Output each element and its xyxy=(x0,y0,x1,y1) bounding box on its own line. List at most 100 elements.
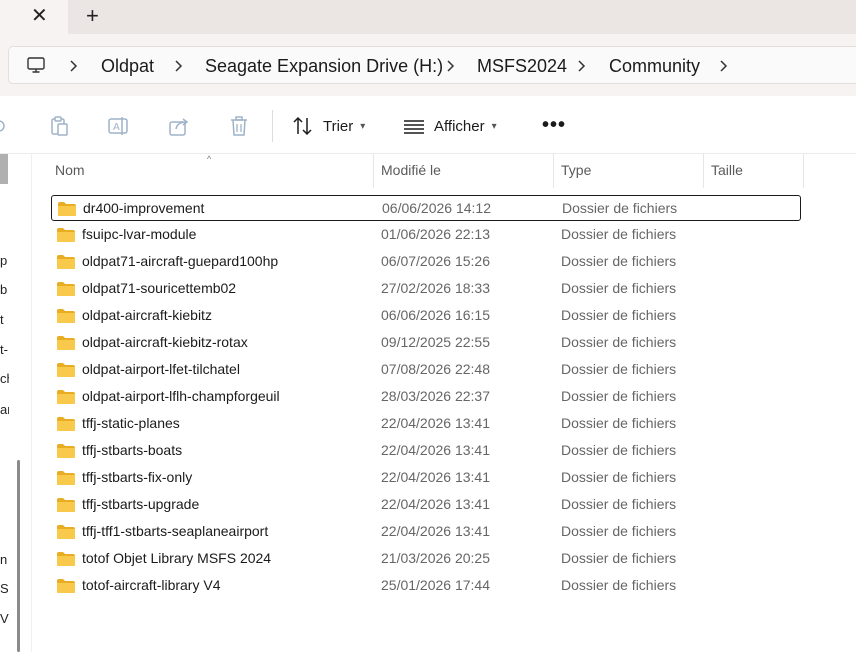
file-name: tffj-stbarts-fix-only xyxy=(82,469,193,485)
column-divider[interactable] xyxy=(553,154,554,188)
nav-item-fragment[interactable]: t xyxy=(0,312,9,328)
sort-ascending-icon: ^ xyxy=(207,154,212,164)
file-row[interactable]: fsuipc-lvar-module 01/06/2026 22:13 Dossie… xyxy=(51,222,801,248)
file-type: Dossier de fichiers xyxy=(561,361,677,377)
more-options-icon[interactable]: ••• xyxy=(542,115,566,135)
file-modified: 09/12/2025 22:55 xyxy=(381,334,490,350)
tab-strip: ✕ + xyxy=(0,0,856,34)
file-row[interactable]: tffj-stbarts-boats 22/04/2026 13:41 Dossie… xyxy=(51,438,801,464)
folder-icon xyxy=(57,498,75,512)
address-bar: Oldpat Seagate Expansion Drive (H:) MSFS… xyxy=(0,34,856,96)
file-modified: 22/04/2026 13:41 xyxy=(381,496,490,512)
column-header-modified[interactable]: Modifié le xyxy=(381,162,441,178)
file-modified: 28/03/2026 22:37 xyxy=(381,388,490,404)
file-row[interactable]: tffj-static-planes 22/04/2026 13:41 Dossie… xyxy=(51,411,801,437)
folder-icon xyxy=(57,552,75,566)
file-modified: 06/06/2026 16:15 xyxy=(381,307,490,323)
folder-icon xyxy=(57,282,75,296)
delete-icon[interactable] xyxy=(228,115,250,137)
file-type: Dossier de fichiers xyxy=(561,253,677,269)
column-divider[interactable] xyxy=(803,154,804,188)
breadcrumb-item-oldpat[interactable]: Oldpat xyxy=(101,55,154,77)
file-row[interactable]: oldpat-airport-lfet-tilchatel 07/08/2026 … xyxy=(51,357,801,383)
folder-icon xyxy=(57,525,75,539)
view-button[interactable]: Afficher ▾ xyxy=(403,114,497,138)
file-name: totof Objet Library MSFS 2024 xyxy=(82,550,272,566)
folder-icon xyxy=(57,255,75,269)
folder-icon xyxy=(57,390,75,404)
file-row[interactable]: dr400-improvement 06/06/2026 14:12 Dossier… xyxy=(51,195,801,221)
file-row[interactable]: oldpat71-aircraft-guepard100hp 06/07/2026… xyxy=(51,249,801,275)
new-tab-icon[interactable]: + xyxy=(86,3,99,29)
column-header-type[interactable]: Type xyxy=(561,162,591,178)
chevron-right-icon[interactable] xyxy=(172,55,186,77)
nav-item-fragment[interactable]: p xyxy=(0,253,9,269)
column-divider[interactable] xyxy=(703,154,704,188)
file-name: totof-aircraft-library V4 xyxy=(82,577,221,593)
file-row[interactable]: oldpat-airport-lflh-champforgeuil 28/03/2… xyxy=(51,384,801,410)
file-name: tffj-stbarts-upgrade xyxy=(82,496,200,512)
folder-icon xyxy=(57,336,75,350)
cut-icon[interactable] xyxy=(0,115,10,137)
file-row[interactable]: oldpat71-souricettemb02 27/02/2026 18:33 D… xyxy=(51,276,801,302)
file-modified: 27/02/2026 18:33 xyxy=(381,280,490,296)
nav-item-fragment[interactable]: V4 xyxy=(0,611,9,627)
chevron-right-icon[interactable] xyxy=(67,55,81,77)
file-modified: 22/04/2026 13:41 xyxy=(381,415,490,431)
file-row[interactable]: tffj-stbarts-upgrade 22/04/2026 13:41 Doss… xyxy=(51,492,801,518)
view-label: Afficher xyxy=(434,117,485,135)
close-tab-icon[interactable]: ✕ xyxy=(31,4,48,28)
file-type: Dossier de fichiers xyxy=(561,307,677,323)
file-type: Dossier de fichiers xyxy=(562,200,678,216)
rename-icon[interactable]: A xyxy=(107,115,129,137)
view-list-icon xyxy=(404,120,424,134)
chevron-down-icon: ▾ xyxy=(360,120,366,132)
folder-icon xyxy=(58,202,76,216)
tab-community[interactable]: ✕ xyxy=(0,0,68,34)
nav-item-fragment[interactable]: SF xyxy=(0,581,9,597)
file-type: Dossier de fichiers xyxy=(561,442,677,458)
nav-item-fragment[interactable]: t- xyxy=(0,342,9,358)
file-row[interactable]: oldpat-aircraft-kiebitz 06/06/2026 16:15 D… xyxy=(51,303,801,329)
column-divider[interactable] xyxy=(373,154,374,188)
sort-button[interactable]: Trier ▾ xyxy=(292,114,365,138)
paste-icon[interactable] xyxy=(48,115,70,137)
file-modified: 22/04/2026 13:41 xyxy=(381,523,490,539)
file-name: fsuipc-lvar-module xyxy=(82,226,197,242)
breadcrumb-item-msfs2024[interactable]: MSFS2024 xyxy=(477,55,567,77)
chevron-right-icon[interactable] xyxy=(717,55,731,77)
chevron-right-icon[interactable] xyxy=(575,55,589,77)
nav-item-fragment[interactable]: ar xyxy=(0,402,9,418)
folder-icon xyxy=(57,471,75,485)
file-modified: 25/01/2026 17:44 xyxy=(381,577,490,593)
breadcrumb[interactable]: Oldpat Seagate Expansion Drive (H:) MSFS… xyxy=(8,46,856,84)
file-type: Dossier de fichiers xyxy=(561,496,677,512)
sort-label: Trier xyxy=(323,117,354,135)
file-row[interactable]: totof-aircraft-library V4 25/01/2026 17:4… xyxy=(51,573,801,599)
svg-text:A: A xyxy=(113,122,120,133)
folder-icon xyxy=(57,363,75,377)
file-row[interactable]: tffj-tff1-stbarts-seaplaneairport 22/04/2… xyxy=(51,519,801,545)
nav-scrollbar-top[interactable] xyxy=(0,154,8,184)
nav-item-fragment[interactable]: b xyxy=(0,282,9,298)
file-modified: 01/06/2026 22:13 xyxy=(381,226,490,242)
computer-icon[interactable] xyxy=(26,55,46,75)
file-row[interactable]: oldpat-aircraft-kiebitz-rotax 09/12/2025 … xyxy=(51,330,801,356)
folder-icon xyxy=(57,579,75,593)
column-header-size[interactable]: Taille xyxy=(711,162,743,178)
breadcrumb-item-drive[interactable]: Seagate Expansion Drive (H:) xyxy=(205,55,443,77)
share-icon[interactable] xyxy=(168,115,190,137)
navigation-pane: p b t t- ch ar n SF V4 xyxy=(0,154,32,652)
sort-icon xyxy=(293,116,312,136)
breadcrumb-item-community[interactable]: Community xyxy=(609,55,700,77)
chevron-right-icon[interactable] xyxy=(444,55,458,77)
file-type: Dossier de fichiers xyxy=(561,226,677,242)
nav-item-fragment[interactable]: n xyxy=(0,552,9,568)
nav-item-fragment[interactable]: ch xyxy=(0,371,9,387)
nav-scrollbar-thumb[interactable] xyxy=(17,460,20,652)
file-row[interactable]: tffj-stbarts-fix-only 22/04/2026 13:41 Dos… xyxy=(51,465,801,491)
column-header-name[interactable]: Nom xyxy=(55,162,85,178)
file-row[interactable]: totof Objet Library MSFS 2024 21/03/2026 … xyxy=(51,546,801,572)
file-list: ^ Nom Modifié le Type Taille dr400-impro… xyxy=(32,154,856,652)
file-type: Dossier de fichiers xyxy=(561,577,677,593)
